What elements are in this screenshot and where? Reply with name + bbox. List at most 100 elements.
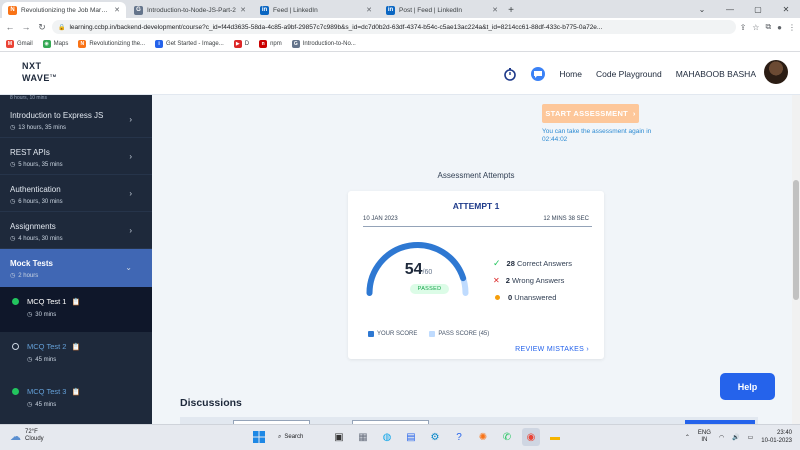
browser-tab[interactable]: N Revolutionizing the Job Market | ✕	[2, 2, 126, 18]
close-window-button[interactable]: ✕	[772, 0, 800, 18]
app-icon[interactable]: ✺	[474, 428, 492, 446]
tab-favicon-icon: in	[260, 5, 269, 15]
bookmark-item[interactable]: ◉ Maps	[42, 39, 69, 48]
maximize-button[interactable]: ▢	[744, 0, 772, 18]
new-tab-button[interactable]: +	[504, 2, 518, 18]
settings-icon[interactable]: ⚙	[426, 428, 444, 446]
retake-note: You can take the assessment again in 02:…	[542, 128, 652, 143]
sidebar-item-duration: ◷ 5 hours, 35 mins	[10, 161, 142, 169]
sidebar-item[interactable]: Assignments ◷ 4 hours, 30 mins ›	[0, 212, 152, 249]
mock-test-item[interactable]: MCQ Test 2 📋 ◷ 45 mins	[0, 332, 152, 377]
avatar[interactable]	[764, 60, 788, 84]
unanswered: 0 Unanswered	[493, 289, 572, 306]
close-tab-icon[interactable]: ✕	[366, 6, 372, 14]
bookmark-item[interactable]: M Gmail	[6, 39, 33, 48]
clock-icon: ◷	[10, 162, 16, 168]
status-badge: PASSED	[410, 284, 449, 294]
card-divider	[363, 226, 592, 227]
tab-search-icon[interactable]: ⌄	[688, 0, 716, 18]
taskbar-search[interactable]: ⌕ Search	[274, 428, 324, 446]
close-tab-icon[interactable]: ✕	[492, 6, 498, 14]
file-explorer-icon[interactable]: ▬	[546, 428, 564, 446]
browser-tab[interactable]: G Introduction-to-Node-JS-Part-2 ✕	[128, 2, 252, 18]
bookmark-favicon-icon: ◉	[42, 39, 51, 48]
page-scrollbar[interactable]	[792, 95, 800, 424]
forward-icon[interactable]: →	[20, 21, 32, 33]
mock-test-duration: ◷ 45 mins	[27, 401, 152, 409]
bookmark-star-icon[interactable]: ☆	[752, 23, 759, 32]
help-app-icon[interactable]: ?	[450, 428, 468, 446]
bookmark-item[interactable]: ▶ D	[233, 39, 249, 48]
close-tab-icon[interactable]: ✕	[240, 6, 246, 14]
profile-icon[interactable]: ●	[777, 23, 782, 32]
clock-time: 23:40	[776, 430, 792, 436]
user-name[interactable]: MAHABOOB BASHA	[676, 69, 756, 79]
review-mistakes-link[interactable]: REVIEW MISTAKES ›	[515, 346, 589, 353]
weather-condition: Cloudy	[25, 436, 44, 442]
store-icon[interactable]: ▤	[402, 428, 420, 446]
temperature: 72°F	[25, 429, 38, 435]
clock-date: 10-01-2023	[761, 438, 792, 444]
chrome-icon[interactable]: ◉	[522, 428, 540, 446]
mock-test-item[interactable]: MCQ Test 1 📋 ◷ 30 mins	[0, 287, 152, 332]
clock[interactable]: 23:40 10-01-2023	[761, 429, 792, 445]
language-indicator[interactable]: ENG IN	[698, 430, 711, 444]
help-button[interactable]: Help	[720, 373, 775, 400]
mock-test-item[interactable]: MCQ Test 3 📋 ◷ 45 mins	[0, 377, 152, 422]
sidebar-item-duration: ◷ 2 hours	[10, 272, 142, 280]
url-field[interactable]: 🔒 learning.ccbp.in/backend-development/c…	[52, 20, 736, 34]
extensions-icon[interactable]: ⧉	[765, 22, 771, 32]
mock-test-duration: ◷ 45 mins	[27, 356, 152, 364]
chat-icon[interactable]	[531, 66, 546, 81]
whatsapp-icon[interactable]: ✆	[498, 428, 516, 446]
legend-pass-label: PASS SCORE (45)	[438, 331, 490, 337]
minimize-button[interactable]: —	[716, 0, 744, 18]
duration-text: 13 hours, 35 mins	[18, 124, 66, 131]
wifi-icon[interactable]: ◠	[719, 434, 724, 441]
bookmark-label: Gmail	[17, 40, 33, 47]
completed-status-icon	[12, 388, 19, 395]
back-icon[interactable]: ←	[4, 21, 16, 33]
sidebar-item[interactable]: Introduction to Express JS ◷ 13 hours, 35…	[0, 101, 152, 138]
timer-icon[interactable]	[503, 67, 517, 81]
sidebar-items: Introduction to Express JS ◷ 13 hours, 35…	[0, 101, 152, 249]
battery-icon[interactable]: ▭	[748, 434, 754, 441]
reload-icon[interactable]: ↻	[36, 21, 48, 33]
share-icon[interactable]: ⇪	[740, 23, 747, 32]
nav-code-playground[interactable]: Code Playground	[596, 69, 662, 79]
menu-icon[interactable]: ⋮	[788, 23, 796, 32]
sidebar-item[interactable]: REST APIs ◷ 5 hours, 35 mins ›	[0, 138, 152, 175]
scrollbar-thumb[interactable]	[793, 180, 799, 300]
close-tab-icon[interactable]: ✕	[114, 6, 120, 14]
check-icon: ✓	[493, 258, 501, 268]
edge-icon[interactable]: ◍	[378, 428, 396, 446]
wrong-answers: ✕ 2 Wrong Answers	[493, 272, 572, 289]
widgets-icon[interactable]: ▦	[354, 428, 372, 446]
bookmark-item[interactable]: G Introduction-to-No...	[291, 39, 356, 48]
sidebar-item[interactable]: Authentication ◷ 6 hours, 30 mins ›	[0, 175, 152, 212]
bookmark-item[interactable]: N Revolutionizing the...	[78, 39, 145, 48]
chevron-up-icon[interactable]: ⌃	[685, 434, 690, 441]
weather-widget[interactable]: ☁ 72°F Cloudy	[10, 429, 44, 443]
bookmark-item[interactable]: n npm	[259, 39, 282, 48]
attempt-date: 10 JAN 2023	[363, 216, 398, 222]
bookmark-item[interactable]: i Get Started - Image...	[155, 39, 224, 48]
nxtwave-logo[interactable]: NXT WAVETM	[22, 61, 57, 83]
windows-start-icon[interactable]	[250, 428, 268, 446]
cross-icon: ✕	[493, 276, 500, 285]
clipboard-icon: 📋	[71, 298, 81, 306]
task-view-icon[interactable]: ▣	[330, 428, 348, 446]
volume-icon[interactable]: 🔊	[732, 434, 739, 441]
sidebar-item-mock-tests[interactable]: Mock Tests ◷ 2 hours ⌄	[0, 249, 152, 287]
clock-icon: ◷	[27, 402, 33, 408]
logo-tm: TM	[49, 73, 57, 78]
tab-title: Post | Feed | LinkedIn	[399, 6, 462, 14]
clock-icon: ◷	[10, 236, 16, 242]
bookmark-label: Maps	[53, 40, 69, 47]
lock-icon[interactable]: 🔒	[58, 24, 65, 31]
windows-taskbar: ☁ 72°F Cloudy ⌕ Search ▣ ▦ ◍ ▤ ⚙ ? ✺ ✆ ◉ ▬…	[0, 424, 800, 450]
start-assessment-button[interactable]: START ASSESSMENT ›	[542, 104, 639, 123]
nav-home[interactable]: Home	[559, 69, 582, 79]
browser-tab[interactable]: in Feed | LinkedIn ✕	[254, 2, 378, 18]
browser-tab[interactable]: in Post | Feed | LinkedIn ✕	[380, 2, 504, 18]
